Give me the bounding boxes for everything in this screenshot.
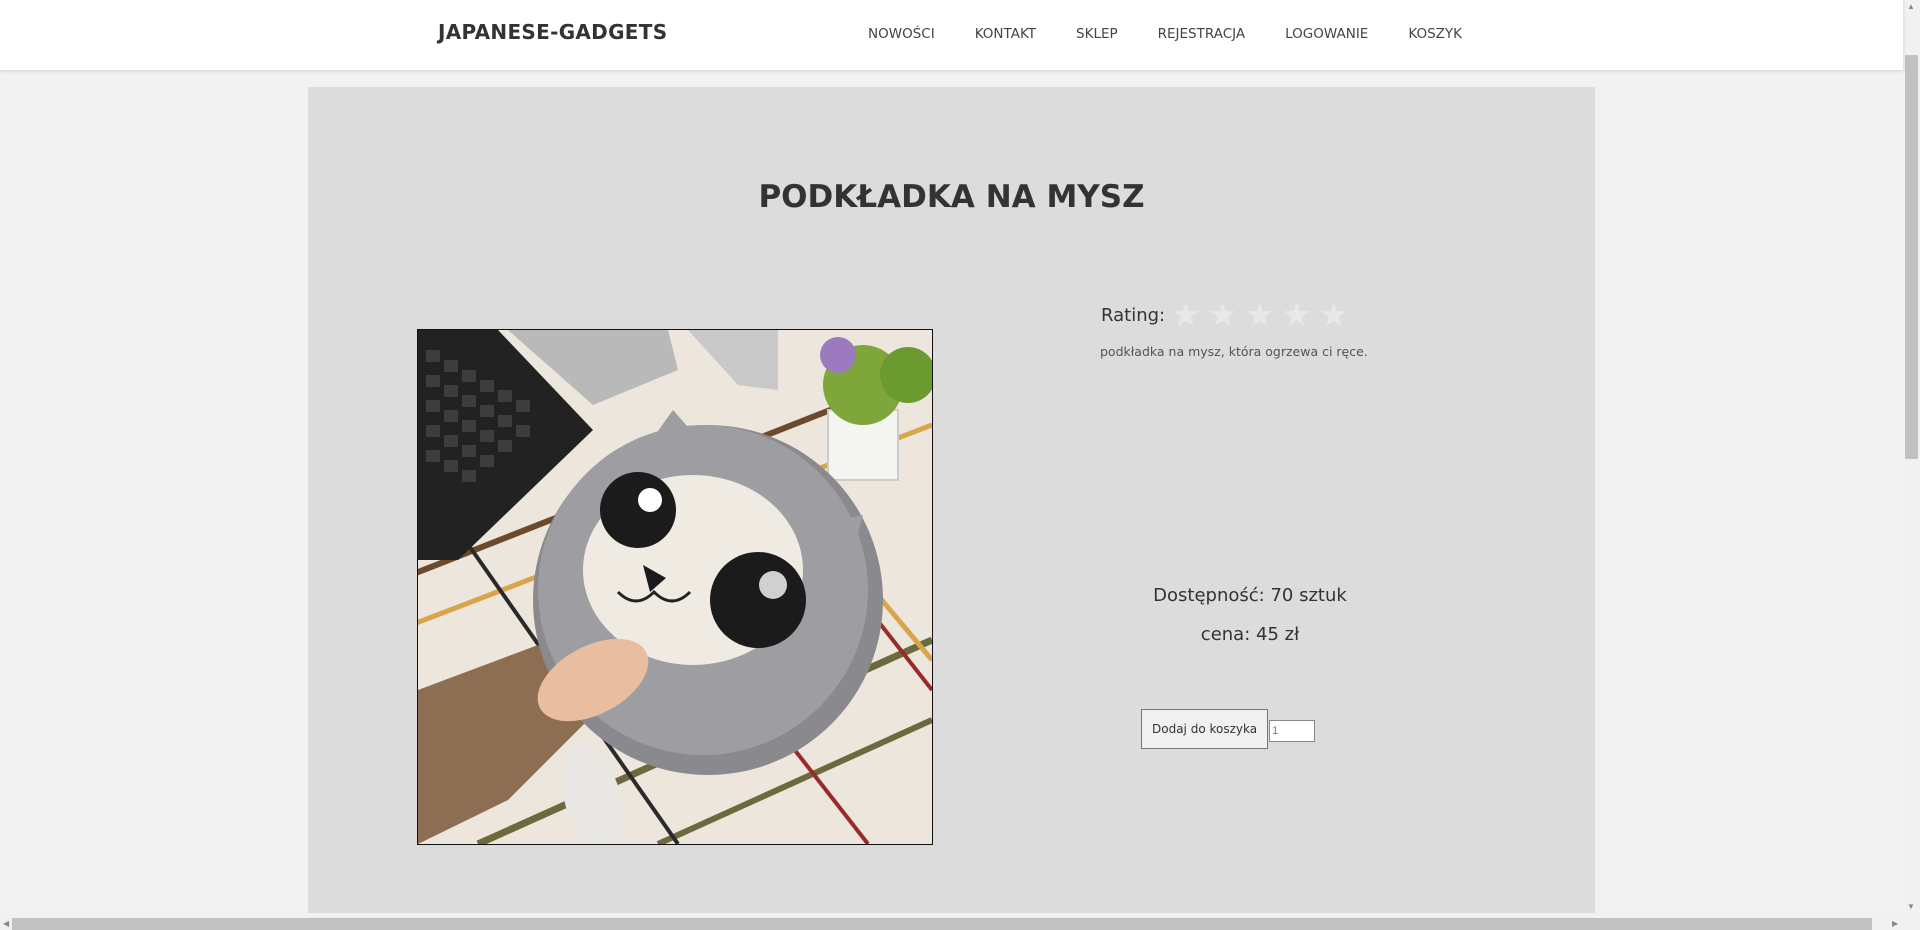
main-nav: NOWOŚCI KONTAKT SKLEP REJESTRACJA LOGOWA… bbox=[868, 26, 1502, 42]
vertical-scrollbar-thumb[interactable] bbox=[1905, 55, 1918, 459]
product-title: PODKŁADKA NA MYSZ bbox=[758, 179, 1145, 215]
rating-stars: ★ ★ ★ ★ ★ bbox=[1167, 297, 1352, 333]
nav-link-nowosci[interactable]: NOWOŚCI bbox=[868, 26, 935, 42]
top-navigation-bar: JAPANESE-GADGETS NOWOŚCI KONTAKT SKLEP R… bbox=[0, 0, 1903, 70]
star-icon[interactable]: ★ bbox=[1241, 297, 1278, 333]
star-icon[interactable]: ★ bbox=[1315, 297, 1352, 333]
add-to-cart-button[interactable]: Dodaj do koszyka bbox=[1141, 709, 1269, 749]
quantity-input[interactable] bbox=[1269, 720, 1316, 742]
nav-link-sklep[interactable]: SKLEP bbox=[1076, 26, 1118, 42]
scroll-left-arrow-icon[interactable]: ◀ bbox=[3, 919, 9, 929]
star-icon[interactable]: ★ bbox=[1204, 297, 1241, 333]
nav-link-rejestracja[interactable]: REJESTRACJA bbox=[1158, 26, 1245, 42]
scroll-down-arrow-icon[interactable]: ▼ bbox=[1907, 902, 1915, 912]
scroll-right-arrow-icon[interactable]: ▶ bbox=[1892, 919, 1898, 929]
star-icon[interactable]: ★ bbox=[1278, 297, 1315, 333]
availability-text: Dostępność: 70 sztuk bbox=[1153, 585, 1347, 606]
scroll-up-arrow-icon[interactable]: ▲ bbox=[1907, 2, 1915, 12]
star-icon[interactable]: ★ bbox=[1167, 297, 1204, 333]
product-panel: PODKŁADKA NA MYSZ Rating: ★ ★ ★ ★ ★ podk… bbox=[308, 87, 1595, 927]
nav-link-logowanie[interactable]: LOGOWANIE bbox=[1285, 26, 1368, 42]
product-description: podkładka na mysz, która ogrzewa ci ręce… bbox=[1100, 344, 1368, 359]
product-image bbox=[417, 329, 933, 845]
rating-row: Rating: ★ ★ ★ ★ ★ bbox=[1101, 297, 1352, 333]
price-text: cena: 45 zł bbox=[1200, 624, 1300, 645]
rating-label: Rating: bbox=[1101, 304, 1166, 326]
horizontal-scrollbar-thumb[interactable] bbox=[12, 918, 1872, 930]
add-to-cart-row: Dodaj do koszyka bbox=[1141, 709, 1316, 749]
site-logo-text[interactable]: JAPANESE-GADGETS bbox=[438, 20, 667, 44]
nav-link-koszyk[interactable]: KOSZYK bbox=[1408, 26, 1462, 42]
nav-link-kontakt[interactable]: KONTAKT bbox=[975, 26, 1036, 42]
